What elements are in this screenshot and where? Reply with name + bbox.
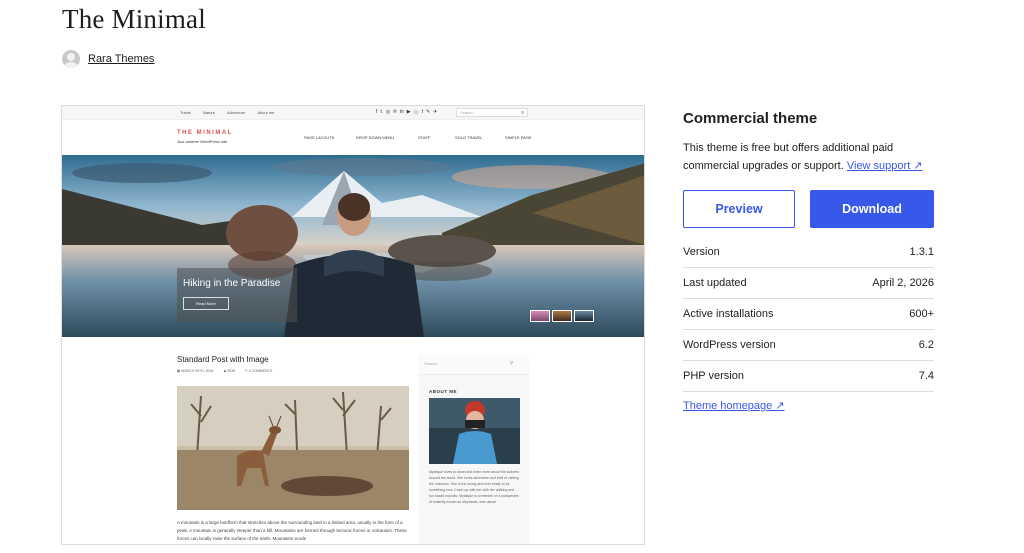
meta-label: WordPress version <box>683 339 776 351</box>
preview-menu-item: SOLO TRAVEL <box>455 135 483 140</box>
preview-post-date: MARCH 30TH, 2016 <box>181 369 214 373</box>
meta-label: Version <box>683 246 720 258</box>
preview-topbar-nav-item: Nature <box>202 110 215 115</box>
preview-about-image <box>429 398 520 464</box>
panel-title: Commercial theme <box>683 110 818 127</box>
deer-forest-image <box>177 386 409 510</box>
preview-menu-item: PAGE LAYOUTS <box>304 135 335 140</box>
download-button[interactable]: Download <box>810 190 934 228</box>
hero-caption-title: Hiking in the Paradise <box>183 278 281 289</box>
hero-thumbnails <box>530 310 594 322</box>
hero-thumbnail <box>574 310 594 322</box>
meta-label: Last updated <box>683 277 747 289</box>
vimeo-icon: ⓥ <box>413 110 419 116</box>
meta-row-php-version: PHP version 7.4 <box>683 361 934 392</box>
meta-label: PHP version <box>683 370 744 382</box>
vk-icon: ✎ <box>425 109 431 115</box>
theme-meta-table: Version 1.3.1 Last updated April 2, 2026… <box>683 237 934 392</box>
preview-post-excerpt: A mountain is a large landform that stre… <box>177 520 407 541</box>
preview-site-title: THE MINIMAL <box>177 130 233 136</box>
preview-post-comments: 0 COMMENTS <box>248 369 273 373</box>
meta-value: 7.4 <box>918 370 934 382</box>
avatar <box>62 50 80 68</box>
preview-about-label: ABOUT ME <box>429 389 457 394</box>
meta-value: 600+ <box>909 308 934 320</box>
preview-topbar-nav-item: About me <box>257 110 275 115</box>
youtube-icon: ▶ <box>406 109 411 115</box>
preview-topbar-nav-item: Adventure <box>226 110 246 115</box>
user-icon: ♟ BOB <box>223 369 235 373</box>
preview-header: THE MINIMAL Just another WordPress site … <box>62 120 644 155</box>
preview-content: Standard Post with Image ▦ MARCH 30TH, 2… <box>62 337 644 544</box>
telegram-icon: ✈ <box>433 109 438 115</box>
theme-homepage-link[interactable]: Theme homepage ↗ <box>683 399 785 412</box>
meta-row-active-installations: Active installations 600+ <box>683 299 934 330</box>
photographer-image <box>429 398 520 464</box>
preview-sidebar-search: Search... ⚲ <box>418 355 529 375</box>
preview-button[interactable]: Preview <box>683 190 795 228</box>
preview-post-author: BOB <box>227 369 235 373</box>
search-icon: ⚲ <box>510 360 513 365</box>
meta-value: April 2, 2026 <box>872 277 934 289</box>
hero-thumbnail <box>530 310 550 322</box>
preview-about-text: Mystique loves to travel and learn more … <box>429 470 519 504</box>
preview-main-nav: PAGE LAYOUTS DROP DOWN MENU STAFF SOLO T… <box>304 135 532 140</box>
preview-topbar-search-placeholder: Search... <box>460 110 477 115</box>
facebook-icon: f <box>376 109 378 115</box>
preview-social-icons: f 𝕥 ◎ ℗ in ▶ ⓥ t ✎ ✈ <box>376 109 437 116</box>
preview-menu-item: STAFF <box>418 135 431 140</box>
instagram-icon: ◎ <box>385 109 391 115</box>
linkedin-icon: in <box>399 109 404 115</box>
hero-read-more-button: Read More <box>183 297 229 310</box>
hero-caption: Hiking in the Paradise Read More <box>177 268 297 322</box>
view-support-link[interactable]: View support ↗ <box>847 160 923 172</box>
preview-sidebar-search-placeholder: Search... <box>424 361 441 366</box>
pinterest-icon: ℗ <box>393 109 397 115</box>
preview-sidebar: Search... ⚲ ABOUT ME Mystique loves to t… <box>418 355 529 544</box>
theme-screenshot: Travel Nature Adventure About me f 𝕥 ◎ ℗… <box>61 105 645 545</box>
preview-topbar-nav-item: Travel <box>180 110 191 115</box>
preview-post-image <box>177 386 409 510</box>
page-title: The Minimal <box>62 4 206 34</box>
search-icon: ⚲ <box>521 110 524 115</box>
twitter-icon: 𝕥 <box>380 109 383 115</box>
meta-value: 6.2 <box>918 339 934 351</box>
meta-value: 1.3.1 <box>909 246 934 258</box>
comment-icon: ✎ 0 COMMENTS <box>244 369 273 373</box>
meta-row-version: Version 1.3.1 <box>683 237 934 268</box>
preview-menu-item: SIMPLE PAGE <box>505 135 532 140</box>
panel-description: This theme is free but offers additional… <box>683 139 934 175</box>
meta-row-last-updated: Last updated April 2, 2026 <box>683 268 934 299</box>
preview-post-meta: ▦ MARCH 30TH, 2016 ♟ BOB ✎ 0 COMMENTS <box>177 369 272 373</box>
preview-site-tagline: Just another WordPress site <box>177 139 228 144</box>
preview-hero-slider: Hiking in the Paradise Read More <box>62 155 644 337</box>
preview-menu-item: DROP DOWN MENU <box>356 135 395 140</box>
preview-topbar-search: Search... ⚲ <box>456 108 528 117</box>
author: Rara Themes <box>62 50 154 68</box>
preview-post-title: Standard Post with Image <box>177 355 269 364</box>
meta-row-wordpress-version: WordPress version 6.2 <box>683 330 934 361</box>
calendar-icon: ▦ MARCH 30TH, 2016 <box>177 369 214 373</box>
preview-topbar-nav: Travel Nature Adventure About me <box>180 110 274 115</box>
hero-thumbnail <box>552 310 572 322</box>
author-link[interactable]: Rara Themes <box>88 53 154 65</box>
preview-topbar: Travel Nature Adventure About me f 𝕥 ◎ ℗… <box>62 106 644 120</box>
meta-label: Active installations <box>683 308 774 320</box>
tumblr-icon: t <box>421 109 423 115</box>
